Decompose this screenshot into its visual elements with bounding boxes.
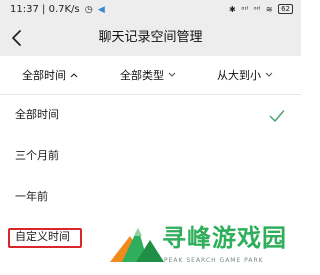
status-bar: 11:37 | 0.7K/s ◷ ◀ ✱ ᵒᶦˡ ᵒᶦˡ ≋ 62 — [0, 0, 301, 20]
checkmark-icon — [269, 110, 285, 122]
option-three-months-label: 三个月前 — [15, 149, 59, 162]
filter-time-dropdown[interactable]: 全部时间 — [22, 68, 78, 83]
wifi-icon: ≋ — [265, 5, 273, 14]
option-custom-time-label: 自定义时间 — [15, 230, 70, 243]
filter-type-dropdown[interactable]: 全部类型 — [120, 68, 176, 83]
status-speed: 0.7K/s — [48, 4, 80, 15]
filter-type-label: 全部类型 — [120, 69, 164, 82]
option-one-year-label: 一年前 — [15, 190, 48, 203]
signal-icon-1: ᵒᶦˡ — [241, 5, 248, 14]
status-left: 11:37 | 0.7K/s ◷ ◀ — [10, 3, 105, 17]
status-divider: | — [42, 4, 46, 15]
filter-row: 全部时间 全部类型 从大到小 — [0, 56, 301, 95]
title-bar: 聊天记录空间管理 — [0, 20, 301, 56]
option-three-months[interactable]: 三个月前 — [0, 137, 301, 177]
page-title: 聊天记录空间管理 — [98, 30, 203, 45]
chevron-down-icon — [168, 68, 176, 82]
filter-time-label: 全部时间 — [22, 69, 66, 82]
watermark-title: 寻峰游戏园 — [162, 224, 287, 252]
alarm-icon: ◷ — [84, 5, 93, 15]
chevron-up-icon — [70, 68, 78, 82]
option-one-year[interactable]: 一年前 — [0, 178, 301, 218]
status-time: 11:37 — [10, 4, 39, 15]
watermark-subtitle: PEAK SEARCH GAME PARK — [164, 257, 264, 264]
navigation-icon: ◀ — [97, 5, 105, 15]
battery-icon: 62 — [278, 4, 293, 14]
bluetooth-icon: ✱ — [229, 5, 236, 14]
option-all-time[interactable]: 全部时间 — [0, 96, 301, 136]
watermark-logo-icon — [110, 228, 164, 262]
signal-icon-2: ᵒᶦˡ — [253, 5, 261, 14]
filter-sort-label: 从大到小 — [217, 69, 261, 82]
chevron-down-icon — [265, 68, 273, 82]
status-right: ✱ ᵒᶦˡ ᵒᶦˡ ≋ 62 — [226, 3, 293, 17]
option-all-time-label: 全部时间 — [15, 108, 59, 121]
filter-sort-dropdown[interactable]: 从大到小 — [217, 68, 273, 83]
